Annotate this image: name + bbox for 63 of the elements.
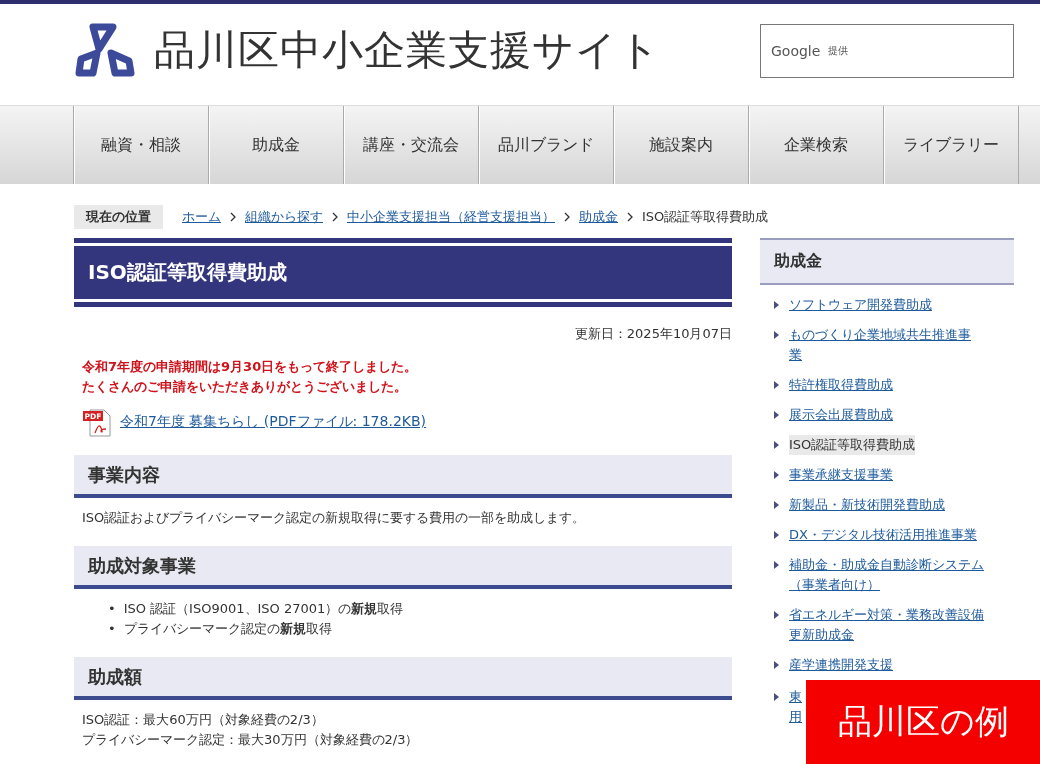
nav-tab[interactable]: 品川ブランド (479, 106, 614, 184)
pdf-link[interactable]: 令和7年度 募集ちらし (PDFファイル: 178.2KB) (120, 413, 427, 431)
nav-tab[interactable]: 融資・相談 (74, 106, 209, 184)
notice-text: 令和7年度の申請期間は9月30日をもって終了しました。 (82, 358, 419, 376)
sidebar-link[interactable]: 補助金・助成金自動診断システム （事業者向け） (789, 555, 984, 595)
breadcrumb-link[interactable]: 組織から探す (245, 208, 323, 226)
sidebar-link[interactable]: 特許権取得費助成 (789, 375, 893, 395)
triangle-icon (774, 301, 779, 309)
chevron-icon (564, 212, 570, 222)
triangle-icon (774, 561, 779, 569)
body-text: ISO認証：最大60万円（対象経費の2/3） (82, 711, 325, 729)
section-heading: 事業内容 (74, 455, 732, 498)
sidebar-link[interactable]: DX・デジタル技術活用推進事業 (789, 525, 977, 545)
section-heading: 助成額 (74, 657, 732, 700)
logo-icon (74, 22, 136, 79)
sidebar-link[interactable]: ISO認証等取得費助成 (789, 435, 916, 455)
overlay-label: 品川区の例 (806, 680, 1040, 764)
breadcrumb-label: 現在の位置 (74, 205, 163, 229)
sidebar-link[interactable]: ものづくり企業地域共生推進事 業 (789, 325, 971, 365)
breadcrumb-link[interactable]: ホーム (182, 208, 221, 226)
triangle-icon (774, 471, 779, 479)
triangle-icon (774, 441, 779, 449)
nav-tab[interactable]: 施設案内 (614, 106, 749, 184)
triangle-icon (774, 611, 779, 619)
breadcrumb-current: ISO認証等取得費助成 (642, 208, 769, 226)
nav-tab[interactable]: 助成金 (209, 106, 344, 184)
search-provider-label: Google (771, 42, 821, 59)
chevron-icon (230, 212, 236, 222)
sidebar-link[interactable]: ソフトウェア開発費助成 (789, 295, 932, 315)
sidebar-link[interactable]: 省エネルギー対策・業務改善設備 更新助成金 (789, 605, 984, 645)
nav-tab[interactable]: 企業検索 (749, 106, 884, 184)
triangle-icon (774, 411, 779, 419)
sidebar-link[interactable]: 新製品・新技術開発費助成 (789, 495, 945, 515)
updated-date: 更新日：2025年10月07日 (574, 325, 732, 343)
chevron-icon (627, 212, 633, 222)
list-item: ISO 認証（ISO9001、ISO 27001）の新規取得 (123, 600, 404, 618)
breadcrumb-link[interactable]: 助成金 (579, 208, 618, 226)
search-provider-note: 提供 (828, 43, 849, 58)
search-field[interactable]: Google 提供 (760, 23, 1014, 78)
triangle-icon (774, 693, 779, 701)
site-title: 品川区中小企業支援サイト (154, 25, 661, 76)
sidebar-link[interactable]: 産学連携開発支援 (789, 655, 893, 675)
nav-tab[interactable]: 講座・交流会 (344, 106, 479, 184)
triangle-icon (774, 331, 779, 339)
chevron-icon (332, 212, 338, 222)
body-text: ISO認証およびプライバシーマーク認定の新規取得に要する費用の一部を助成します。 (82, 509, 587, 527)
section-heading: 助成対象事業 (74, 546, 732, 589)
triangle-icon (774, 531, 779, 539)
bullet-marker: • (108, 620, 116, 638)
page-title: ISO認証等取得費助成 (74, 238, 732, 307)
nav-tab[interactable]: ライブラリー (884, 106, 1019, 184)
triangle-icon (774, 661, 779, 669)
sidebar-link[interactable]: 事業承継支援事業 (789, 465, 893, 485)
breadcrumb-link[interactable]: 中小企業支援担当（経営支援担当） (347, 208, 555, 226)
sidebar-link[interactable]: 東 用 (789, 687, 802, 727)
sidebar-heading: 助成金 (760, 238, 1014, 285)
body-text: プライバシーマーク認定：最大30万円（対象経費の2/3） (82, 731, 420, 749)
sidebar-link[interactable]: 展示会出展費助成 (789, 405, 893, 425)
notice-text: たくさんのご申請をいただきありがとうございました。 (82, 378, 408, 396)
bullet-marker: • (108, 600, 116, 618)
triangle-icon (774, 381, 779, 389)
list-item: プライバシーマーク認定の新規取得 (123, 620, 332, 638)
triangle-icon (774, 501, 779, 509)
